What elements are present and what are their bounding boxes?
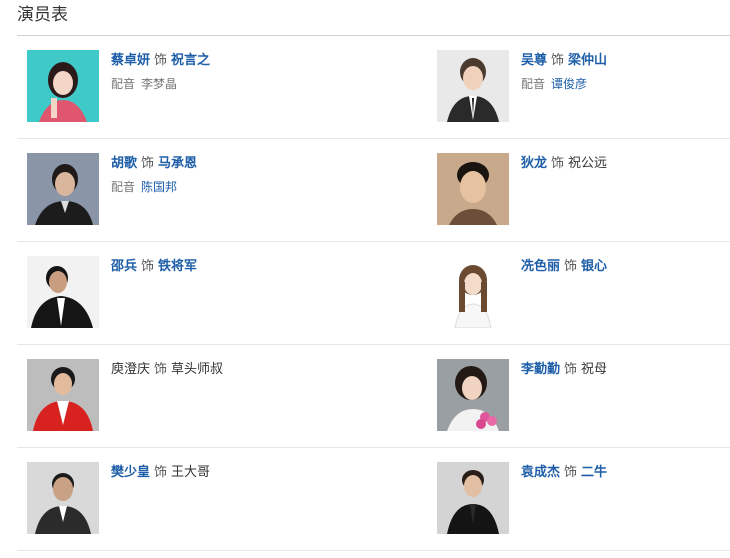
actor-photo[interactable] <box>27 50 99 122</box>
actor-name-link[interactable]: 樊少皇 <box>111 465 150 480</box>
dub-label: 配音 <box>521 77 546 91</box>
cast-row: 樊少皇饰王大哥 袁成杰饰二牛 <box>17 448 730 551</box>
cast-row: 胡歌饰马承恩 配音 陈国邦 狄龙饰祝公远 <box>17 139 730 242</box>
role-name: 王大哥 <box>171 465 211 480</box>
actor-name-link[interactable]: 吴尊 <box>521 53 547 68</box>
cast-row: 庾澄庆饰草头师叔 李勤勤饰祝母 <box>17 345 730 448</box>
dub-actor-link[interactable]: 陈国邦 <box>141 180 177 194</box>
actor-photo[interactable] <box>27 462 99 534</box>
role-name-link[interactable]: 铁将军 <box>158 259 197 274</box>
actor-photo[interactable] <box>437 359 509 431</box>
role-name-link[interactable]: 二牛 <box>581 465 607 480</box>
section-title: 演员表 <box>17 5 68 25</box>
role-separator: 饰 <box>551 53 565 68</box>
cast-card: 狄龙饰祝公远 <box>437 153 730 227</box>
role-name-link[interactable]: 梁仲山 <box>568 53 607 68</box>
cast-row: 邵兵饰铁将军 冼色丽饰银心 <box>17 242 730 345</box>
cast-card: 庾澄庆饰草头师叔 <box>27 359 357 433</box>
cast-card: 吴尊饰梁仲山 配音 谭俊彦 <box>437 50 730 124</box>
role-name: 草头师叔 <box>171 362 224 377</box>
cast-row: 蔡卓妍饰祝言之 配音 李梦晶 吴尊饰梁仲山 配音 谭俊彦 <box>17 36 730 139</box>
dub-actor-name: 李梦晶 <box>141 77 178 91</box>
actor-name: 庾澄庆 <box>111 362 151 377</box>
role-separator: 饰 <box>141 259 155 274</box>
actor-name-link[interactable]: 李勤勤 <box>521 362 560 377</box>
actor-photo[interactable] <box>437 50 509 122</box>
actor-name-link[interactable]: 冼色丽 <box>521 259 560 274</box>
role-separator: 饰 <box>154 362 168 377</box>
cast-card: 胡歌饰马承恩 配音 陈国邦 <box>27 153 357 227</box>
dub-actor-link[interactable]: 谭俊彦 <box>551 77 587 91</box>
actor-name-link[interactable]: 袁成杰 <box>521 465 560 480</box>
role-separator: 饰 <box>564 465 578 480</box>
actor-photo[interactable] <box>437 153 509 225</box>
role-separator: 饰 <box>154 53 168 68</box>
role-name: 祝公远 <box>568 156 608 171</box>
role-name-link[interactable]: 祝言之 <box>171 53 210 68</box>
role-separator: 饰 <box>564 259 578 274</box>
cast-list-page: 演员表 蔡卓妍饰祝言之 配音 李梦晶 吴尊 饰 梁仲山 配音 谭俊彦 胡歌 饰 … <box>0 0 730 558</box>
role-separator: 饰 <box>564 362 578 377</box>
dub-label: 配音 <box>111 180 136 194</box>
actor-photo[interactable] <box>27 256 99 328</box>
role-name-link[interactable]: 银心 <box>581 259 607 274</box>
cast-card: 冼色丽饰银心 <box>437 256 730 330</box>
role-name-link[interactable]: 马承恩 <box>158 156 197 171</box>
actor-name-link[interactable]: 胡歌 <box>111 156 137 171</box>
role-separator: 饰 <box>551 156 565 171</box>
role-separator: 饰 <box>154 465 168 480</box>
actor-name-link[interactable]: 蔡卓妍 <box>111 53 150 68</box>
role-name: 祝母 <box>581 362 608 377</box>
cast-card: 邵兵饰铁将军 <box>27 256 357 330</box>
cast-card: 樊少皇饰王大哥 <box>27 462 357 536</box>
actor-photo[interactable] <box>437 256 509 328</box>
actor-photo[interactable] <box>437 462 509 534</box>
actor-name-link[interactable]: 邵兵 <box>111 259 137 274</box>
role-separator: 饰 <box>141 156 155 171</box>
cast-grid: 蔡卓妍饰祝言之 配音 李梦晶 吴尊饰梁仲山 配音 谭俊彦 胡歌 饰 马承恩 配音… <box>17 36 730 551</box>
actor-photo[interactable] <box>27 153 99 225</box>
cast-card: 李勤勤饰祝母 <box>437 359 730 433</box>
cast-card: 蔡卓妍饰祝言之 配音 李梦晶 <box>27 50 357 124</box>
cast-card: 袁成杰饰二牛 <box>437 462 730 536</box>
dub-label: 配音 <box>111 77 136 91</box>
actor-photo[interactable] <box>27 359 99 431</box>
actor-name-link[interactable]: 狄龙 <box>521 156 547 171</box>
